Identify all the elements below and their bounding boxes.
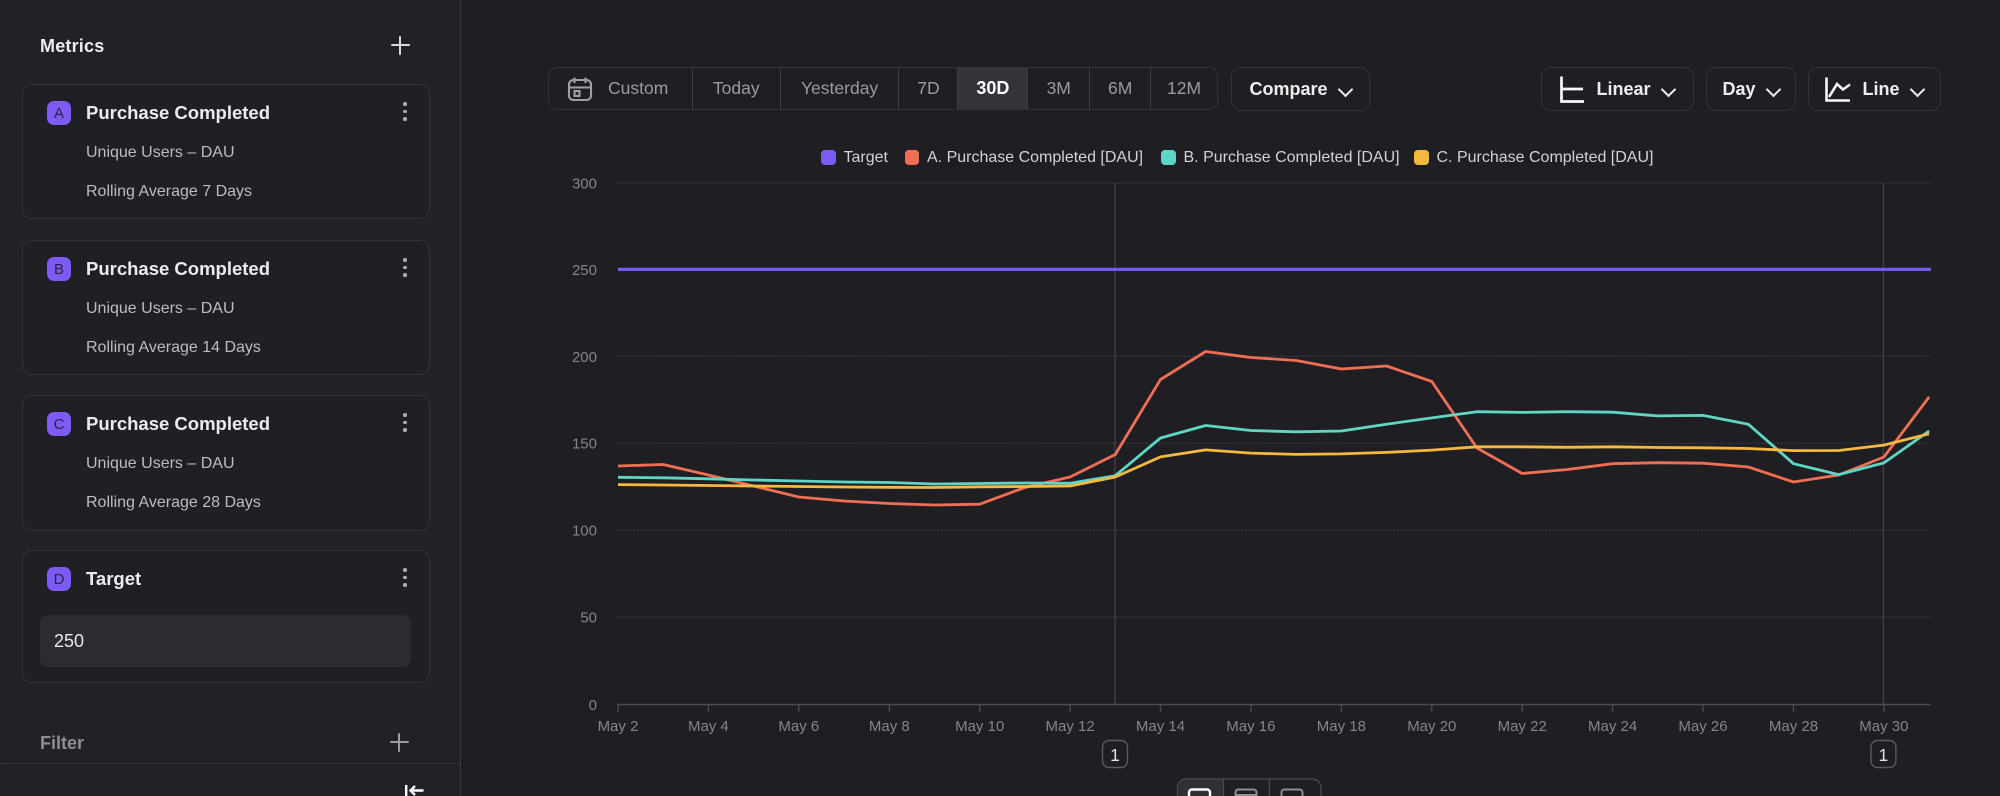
svg-text:May 16: May 16 [1226, 718, 1275, 735]
svg-text:250: 250 [572, 262, 597, 279]
svg-text:May 20: May 20 [1407, 718, 1456, 735]
svg-text:May 4: May 4 [688, 718, 729, 735]
svg-text:May 14: May 14 [1136, 718, 1185, 735]
svg-text:May 22: May 22 [1498, 718, 1547, 735]
svg-text:50: 50 [580, 610, 597, 627]
svg-text:May 28: May 28 [1769, 718, 1818, 735]
svg-text:0: 0 [589, 697, 597, 714]
svg-text:May 24: May 24 [1588, 718, 1637, 735]
svg-text:May 30: May 30 [1859, 718, 1908, 735]
svg-text:200: 200 [572, 349, 597, 366]
svg-text:May 12: May 12 [1045, 718, 1094, 735]
svg-text:May 18: May 18 [1317, 718, 1366, 735]
svg-text:100: 100 [572, 523, 597, 540]
svg-text:1: 1 [1110, 745, 1120, 765]
svg-text:May 2: May 2 [598, 718, 639, 735]
svg-text:300: 300 [572, 176, 597, 193]
svg-text:150: 150 [572, 436, 597, 453]
svg-text:May 10: May 10 [955, 718, 1004, 735]
svg-text:May 8: May 8 [869, 718, 910, 735]
svg-text:1: 1 [1879, 745, 1889, 765]
svg-text:May 6: May 6 [778, 718, 819, 735]
svg-text:May 26: May 26 [1678, 718, 1727, 735]
